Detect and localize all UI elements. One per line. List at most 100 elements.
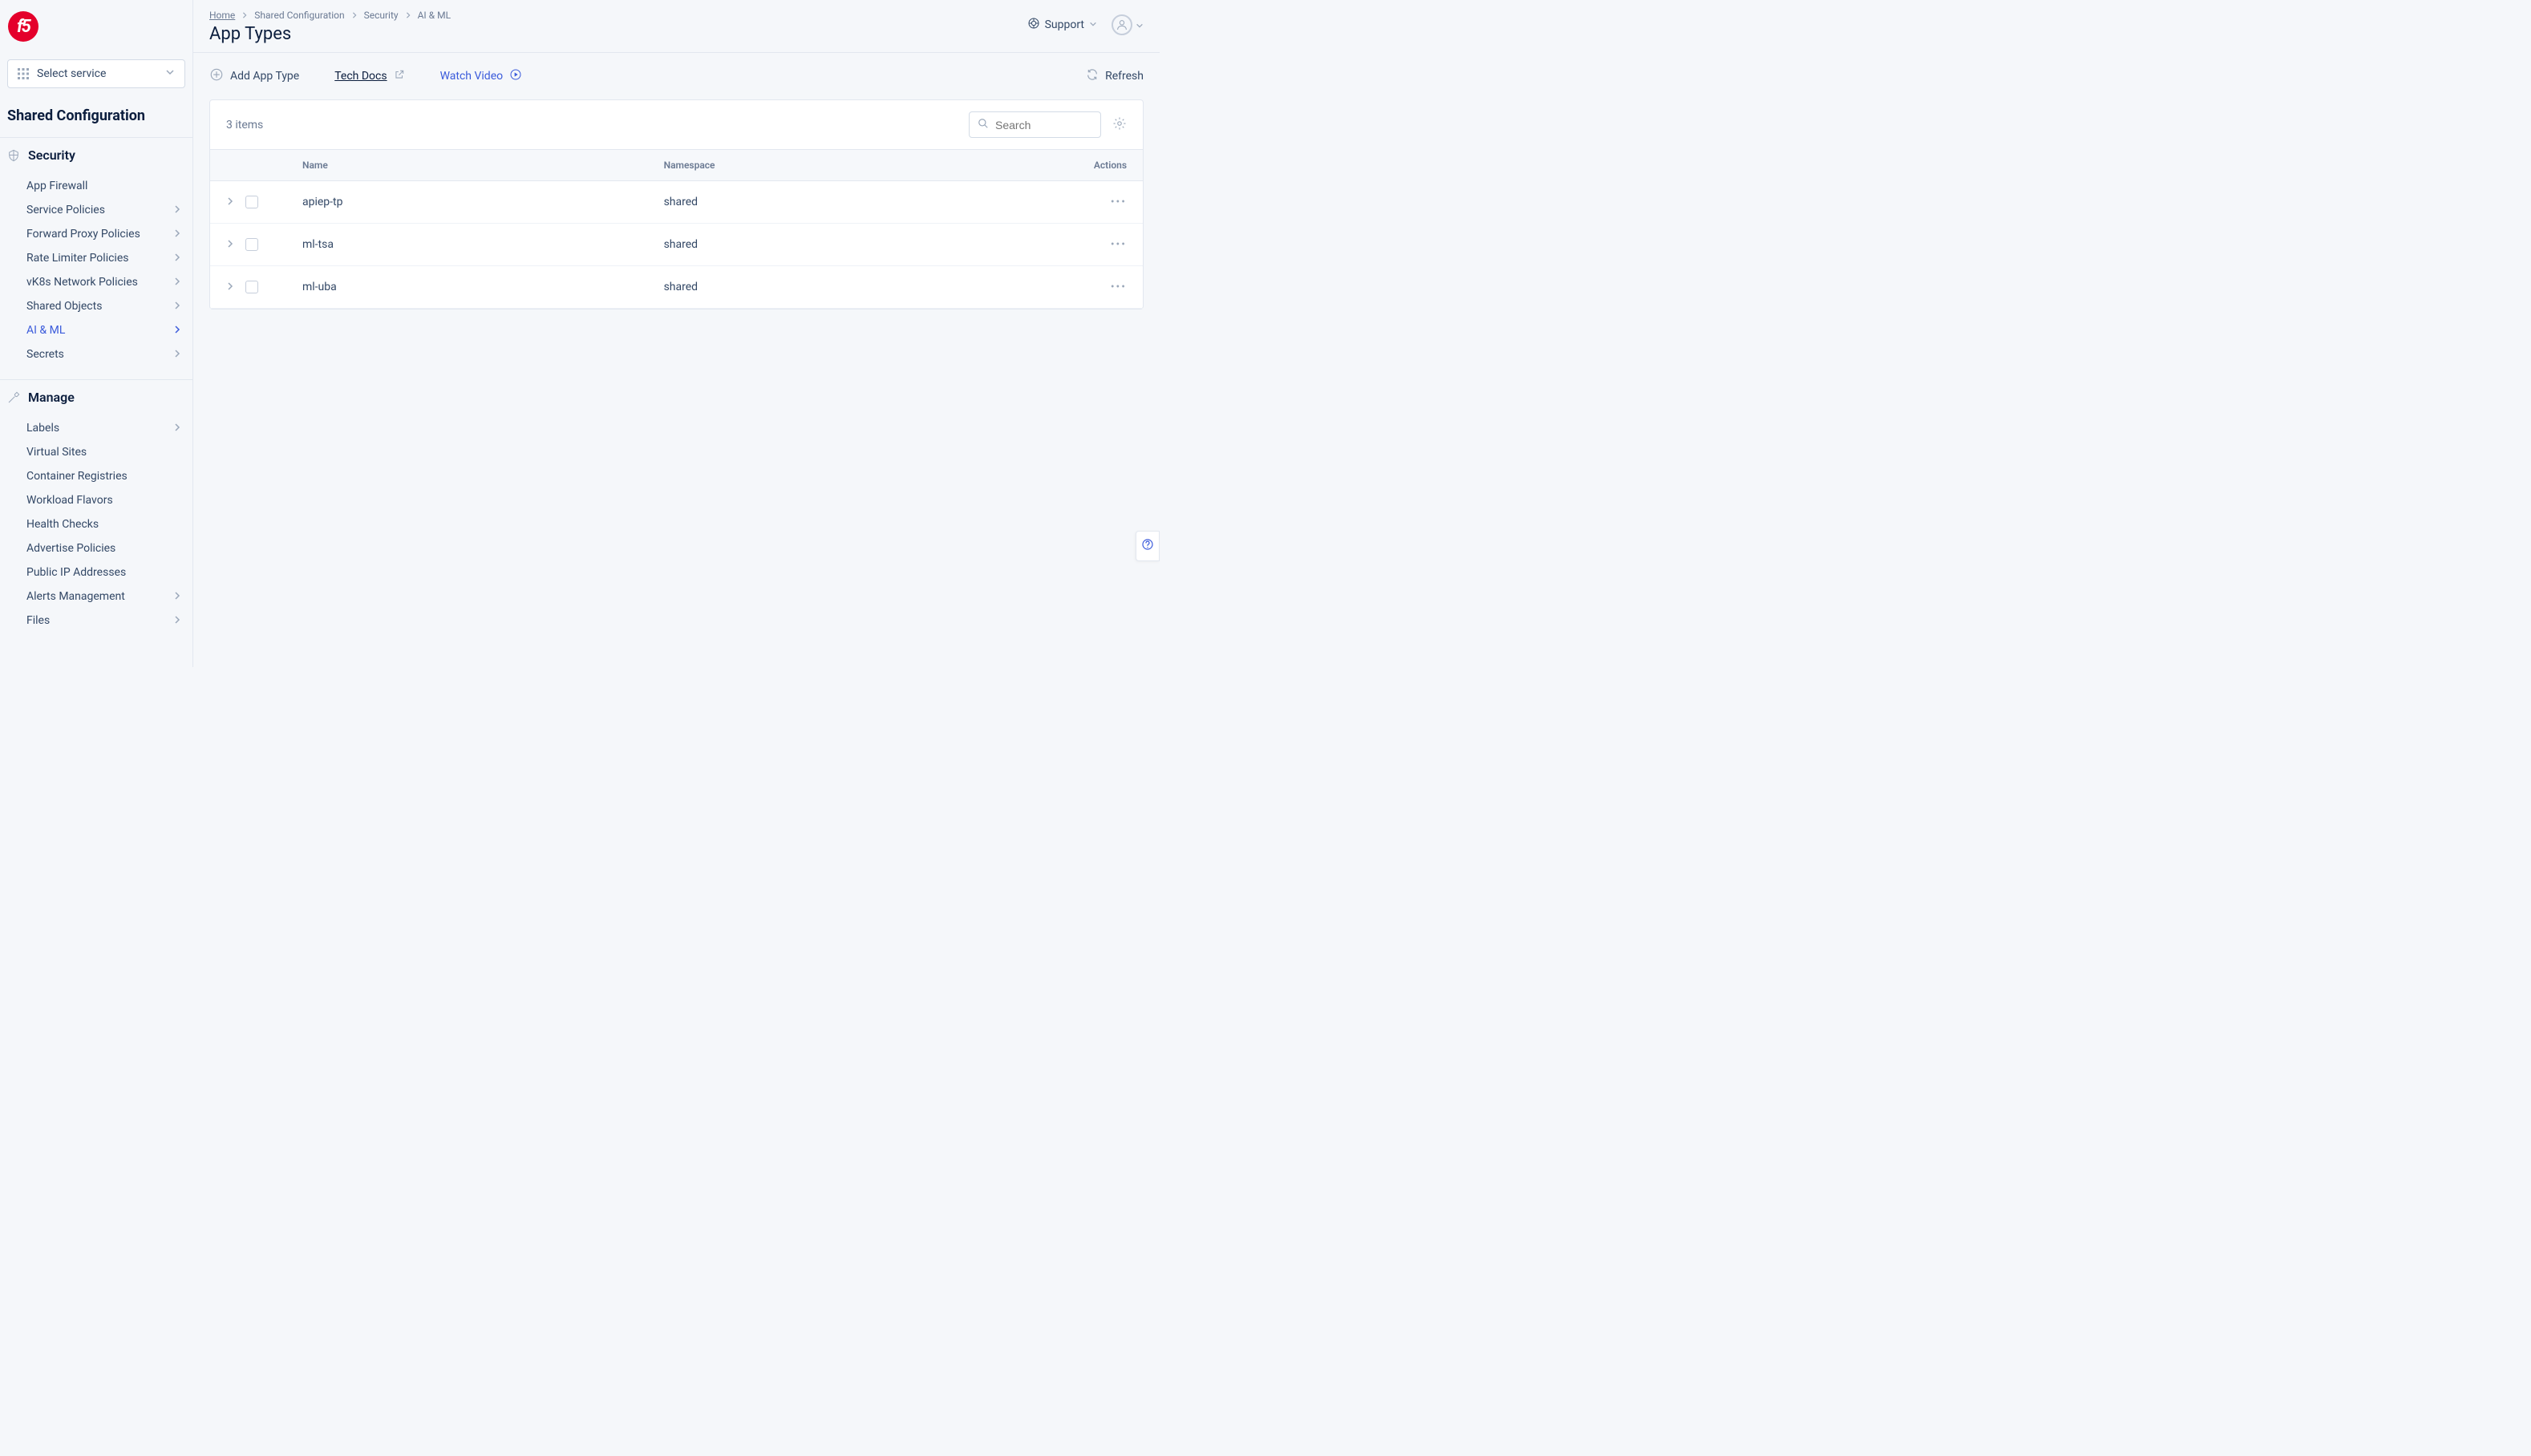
panel-header-right bbox=[969, 111, 1127, 138]
sidebar-item-shared-objects[interactable]: Shared Objects bbox=[0, 294, 192, 318]
sidebar-item-label: Container Registries bbox=[26, 470, 128, 483]
sidebar-item-app-firewall[interactable]: App Firewall bbox=[0, 174, 192, 198]
sidebar-item-label: Shared Objects bbox=[26, 300, 102, 313]
watch-video-link[interactable]: Watch Video bbox=[440, 68, 523, 84]
add-app-type-label: Add App Type bbox=[230, 70, 299, 83]
sidebar-item-container-registries[interactable]: Container Registries bbox=[0, 464, 192, 488]
chevron-right-icon bbox=[173, 228, 181, 241]
sidebar-item-forward-proxy-policies[interactable]: Forward Proxy Policies bbox=[0, 222, 192, 246]
support-dropdown[interactable]: Support bbox=[1027, 17, 1097, 33]
user-menu[interactable] bbox=[1112, 14, 1144, 35]
item-count: 3 items bbox=[226, 119, 263, 131]
breadcrumb-current: AI & ML bbox=[418, 10, 451, 21]
chevron-right-icon bbox=[173, 252, 181, 265]
action-bar: Add App Type Tech Docs Watch Video Refre… bbox=[209, 67, 1144, 85]
sidebar-item-label: Forward Proxy Policies bbox=[26, 228, 140, 241]
cell-name[interactable]: apiep-tp bbox=[286, 181, 648, 224]
cell-namespace: shared bbox=[648, 181, 1063, 224]
logo-text: f5 bbox=[17, 17, 30, 37]
sidebar-item-vk8s-network-policies[interactable]: vK8s Network Policies bbox=[0, 270, 192, 294]
sidebar-item-ai-ml[interactable]: AI & ML bbox=[0, 318, 192, 342]
refresh-button[interactable]: Refresh bbox=[1086, 68, 1144, 84]
table-row: ml-tsa shared ••• bbox=[210, 224, 1143, 266]
sidebar-item-label: Secrets bbox=[26, 348, 64, 361]
chevron-right-icon bbox=[173, 324, 181, 337]
expand-row-button[interactable] bbox=[226, 238, 234, 251]
sidebar-item-service-policies[interactable]: Service Policies bbox=[0, 198, 192, 222]
row-checkbox[interactable] bbox=[245, 196, 258, 208]
sidebar-item-rate-limiter-policies[interactable]: Rate Limiter Policies bbox=[0, 246, 192, 270]
search-box[interactable] bbox=[969, 111, 1101, 138]
help-button[interactable] bbox=[1136, 531, 1160, 561]
add-app-type-button[interactable]: Add App Type bbox=[209, 67, 299, 85]
sidebar-item-label: Health Checks bbox=[26, 518, 99, 531]
sidebar-item-label: Virtual Sites bbox=[26, 446, 87, 459]
sidebar-item-label: vK8s Network Policies bbox=[26, 276, 138, 289]
breadcrumb: Home Shared Configuration Security AI & … bbox=[209, 10, 451, 21]
expand-row-button[interactable] bbox=[226, 196, 234, 208]
sidebar-section-header-manage[interactable]: Manage bbox=[0, 379, 192, 411]
sidebar-item-label: Alerts Management bbox=[26, 590, 125, 603]
chevron-right-icon bbox=[405, 10, 411, 21]
breadcrumb-home[interactable]: Home bbox=[209, 10, 235, 21]
support-label: Support bbox=[1045, 18, 1084, 31]
sidebar-section-header-security[interactable]: Security bbox=[0, 137, 192, 169]
chevron-right-icon bbox=[173, 300, 181, 313]
search-input[interactable] bbox=[995, 119, 1092, 131]
breadcrumb-security[interactable]: Security bbox=[364, 10, 399, 21]
sidebar-item-virtual-sites[interactable]: Virtual Sites bbox=[0, 440, 192, 464]
chevron-right-icon bbox=[173, 348, 181, 361]
f5-logo[interactable]: f5 bbox=[8, 11, 38, 42]
expand-row-button[interactable] bbox=[226, 281, 234, 293]
row-controls bbox=[226, 281, 270, 293]
sidebar-item-health-checks[interactable]: Health Checks bbox=[0, 512, 192, 536]
column-header-name[interactable]: Name bbox=[286, 150, 648, 181]
play-circle-icon bbox=[509, 68, 522, 84]
row-controls bbox=[226, 196, 270, 208]
service-select-label: Select service bbox=[37, 67, 106, 80]
sidebar-item-label: Rate Limiter Policies bbox=[26, 252, 128, 265]
search-icon bbox=[978, 117, 989, 132]
sidebar-section-label: Manage bbox=[28, 390, 75, 405]
top-right: Support bbox=[1027, 14, 1144, 35]
sidebar-item-label: Service Policies bbox=[26, 204, 105, 216]
table-row: apiep-tp shared ••• bbox=[210, 181, 1143, 224]
sidebar-section-security: Security App Firewall Service Policies F… bbox=[0, 137, 192, 379]
main: Home Shared Configuration Security AI & … bbox=[193, 0, 1160, 667]
row-actions-menu[interactable]: ••• bbox=[1111, 281, 1127, 293]
sidebar-item-workload-flavors[interactable]: Workload Flavors bbox=[0, 488, 192, 512]
chevron-down-icon bbox=[1089, 18, 1097, 31]
sidebar-item-alerts-management[interactable]: Alerts Management bbox=[0, 584, 192, 609]
row-checkbox[interactable] bbox=[245, 281, 258, 293]
table-row: ml-uba shared ••• bbox=[210, 266, 1143, 309]
row-actions-menu[interactable]: ••• bbox=[1111, 196, 1127, 208]
tech-docs-link[interactable]: Tech Docs bbox=[334, 69, 404, 83]
top-bar: Home Shared Configuration Security AI & … bbox=[193, 0, 1160, 53]
refresh-label: Refresh bbox=[1105, 70, 1144, 83]
sidebar-item-public-ip-addresses[interactable]: Public IP Addresses bbox=[0, 560, 192, 584]
sidebar-item-secrets[interactable]: Secrets bbox=[0, 342, 192, 366]
logo-area: f5 bbox=[0, 0, 192, 50]
content: Add App Type Tech Docs Watch Video Refre… bbox=[193, 53, 1160, 667]
sidebar-item-advertise-policies[interactable]: Advertise Policies bbox=[0, 536, 192, 560]
app-types-table: Name Namespace Actions apiep-tp shared •… bbox=[210, 149, 1143, 309]
chevron-right-icon bbox=[241, 10, 248, 21]
external-link-icon bbox=[394, 69, 405, 83]
row-checkbox[interactable] bbox=[245, 238, 258, 251]
sidebar: f5 Select service Shared Configuration S… bbox=[0, 0, 193, 667]
sidebar-title: Shared Configuration bbox=[0, 88, 192, 137]
breadcrumb-shared-configuration[interactable]: Shared Configuration bbox=[254, 10, 344, 21]
row-actions-menu[interactable]: ••• bbox=[1111, 238, 1127, 251]
cell-name[interactable]: ml-tsa bbox=[286, 224, 648, 266]
cell-namespace: shared bbox=[648, 224, 1063, 266]
service-select-dropdown[interactable]: Select service bbox=[7, 59, 185, 88]
table-settings-button[interactable] bbox=[1112, 116, 1127, 134]
panel-header: 3 items bbox=[210, 100, 1143, 149]
column-header-namespace[interactable]: Namespace bbox=[648, 150, 1063, 181]
tech-docs-label: Tech Docs bbox=[334, 70, 387, 83]
sidebar-item-labels[interactable]: Labels bbox=[0, 416, 192, 440]
sidebar-item-files[interactable]: Files bbox=[0, 609, 192, 633]
shield-icon bbox=[7, 149, 20, 162]
cell-name[interactable]: ml-uba bbox=[286, 266, 648, 309]
chevron-right-icon bbox=[351, 10, 358, 21]
